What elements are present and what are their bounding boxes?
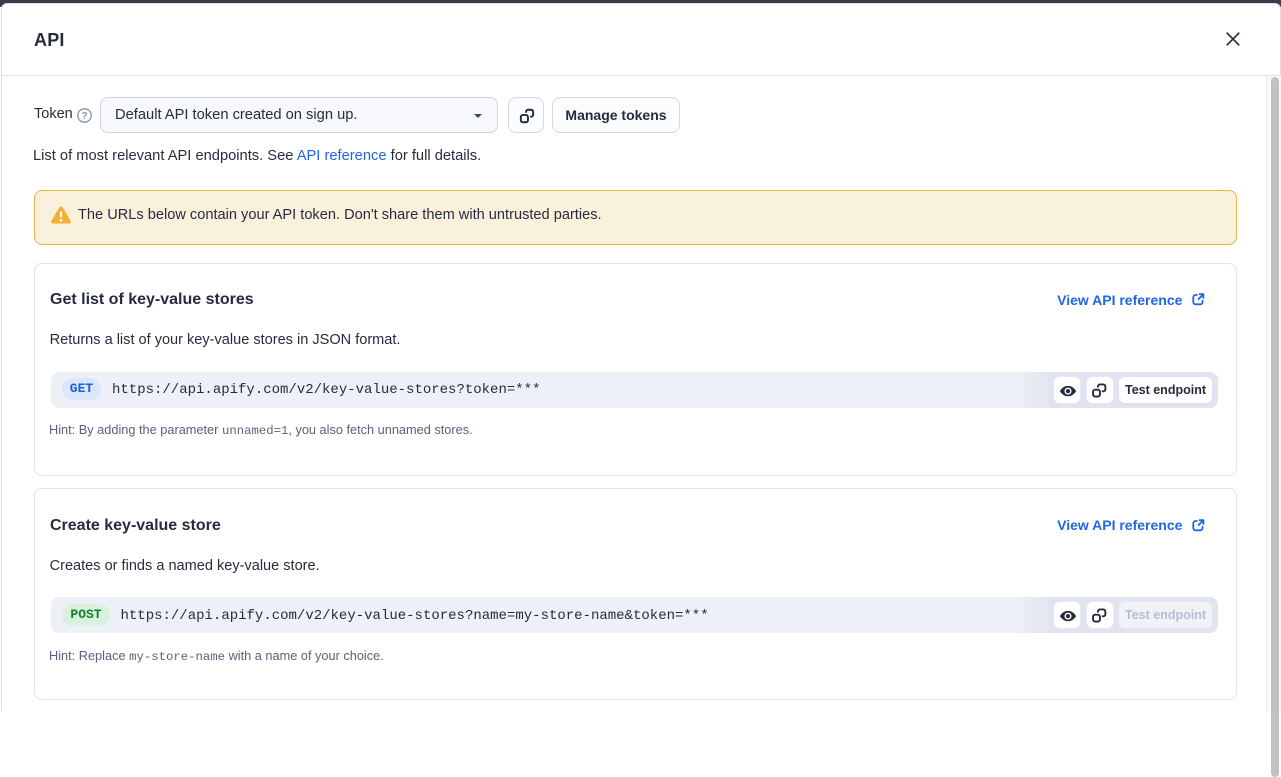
svg-text:?: ? <box>81 111 87 122</box>
